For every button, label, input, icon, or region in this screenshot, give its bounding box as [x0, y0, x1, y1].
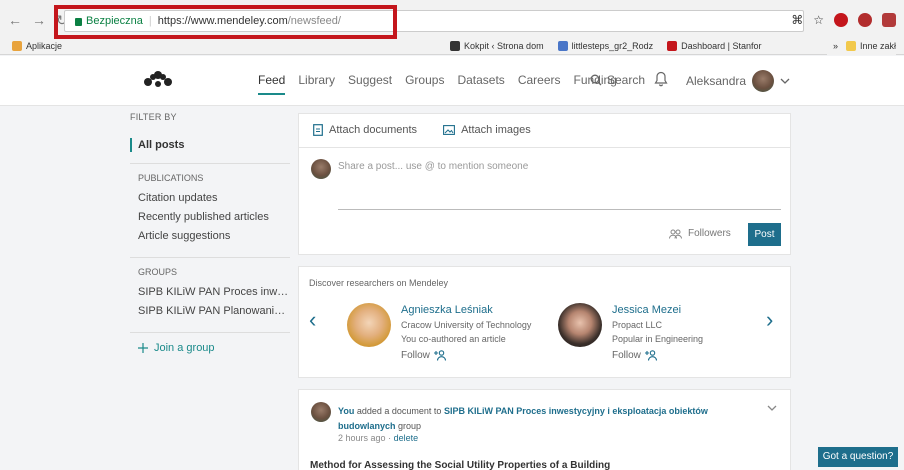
- bookmark[interactable]: Dashboard | Stanfor: [667, 40, 762, 51]
- add-user-icon: [644, 350, 657, 361]
- stanford-icon: [667, 40, 678, 51]
- user-menu[interactable]: Aleksandra: [686, 70, 790, 92]
- bookmarks-bar: Aplikacje Kokpit ‹ Strona dom littlestep…: [0, 36, 904, 55]
- back-icon[interactable]: ←: [8, 12, 22, 29]
- opera-icon[interactable]: [834, 13, 848, 27]
- people-icon: [669, 229, 682, 239]
- image-icon: [443, 125, 456, 135]
- nav-groups[interactable]: Groups: [405, 73, 444, 95]
- filter-group[interactable]: SIPB KILiW PAN Proces inwestycyjny...: [130, 283, 290, 302]
- main-nav: Feed Library Suggest Groups Datasets Car…: [258, 73, 617, 95]
- bookmark[interactable]: Aplikacje: [12, 40, 62, 51]
- extension-red-icon[interactable]: [858, 13, 872, 27]
- app-header: Feed Library Suggest Groups Datasets Car…: [0, 56, 904, 106]
- folder-icon: [845, 40, 856, 51]
- nav-feed[interactable]: Feed: [258, 73, 286, 95]
- filter-recently-published[interactable]: Recently published articles: [130, 208, 290, 227]
- bookmark[interactable]: littlesteps_gr2_Rodz: [557, 40, 653, 51]
- post-button[interactable]: Post: [748, 223, 781, 246]
- notifications-bell-icon[interactable]: [654, 71, 668, 90]
- attach-documents-button[interactable]: Attach documents: [313, 124, 417, 136]
- calendar-icon: [557, 40, 568, 51]
- apps-icon: [12, 40, 22, 51]
- nav-suggest[interactable]: Suggest: [348, 73, 392, 95]
- discover-researchers: Discover researchers on Mendeley ‹ Agnie…: [298, 266, 791, 378]
- avatar[interactable]: [558, 303, 602, 347]
- researcher-card: Jessica Mezei Propact LLC Popular in Eng…: [558, 303, 703, 361]
- extension-icons: ⌘ ☆: [791, 13, 896, 27]
- researcher-card: Agnieszka Leśniak Cracow University of T…: [347, 303, 531, 361]
- avatar[interactable]: [347, 303, 391, 347]
- avatar: [311, 159, 331, 179]
- star-icon[interactable]: ☆: [813, 13, 824, 27]
- avatar: [311, 402, 331, 422]
- mendeley-logo-icon[interactable]: [142, 70, 174, 91]
- add-user-icon: [433, 350, 446, 361]
- search-icon: [590, 74, 602, 86]
- carousel-next-icon[interactable]: ›: [766, 307, 773, 333]
- avatar: [752, 70, 775, 92]
- carousel-prev-icon[interactable]: ‹: [309, 307, 316, 333]
- filter-group[interactable]: SIPB KILiW PAN Planowanie, ry...: [130, 302, 290, 321]
- browser-chrome: ← → ↻ Bezpieczna | https://www.mendeley.…: [0, 0, 904, 55]
- audience-selector[interactable]: Followers: [669, 228, 731, 239]
- follow-button[interactable]: Follow: [612, 350, 703, 361]
- forward-icon[interactable]: →: [32, 12, 46, 29]
- nav-datasets[interactable]: Datasets: [457, 73, 504, 95]
- filter-article-suggestions[interactable]: Article suggestions: [130, 227, 290, 246]
- overflow-button[interactable]: »: [833, 41, 838, 51]
- document-icon: [313, 124, 323, 136]
- help-button[interactable]: Got a question?: [818, 447, 898, 467]
- plus-icon: [138, 343, 148, 353]
- bookmark[interactable]: Kokpit ‹ Strona dom: [450, 40, 544, 51]
- researcher-name[interactable]: Jessica Mezei: [612, 304, 703, 316]
- attach-images-button[interactable]: Attach images: [443, 124, 531, 136]
- follow-button[interactable]: Follow: [401, 350, 531, 361]
- filter-sidebar: FILTER BY All posts PUBLICATIONS Citatio…: [130, 112, 290, 354]
- search-button[interactable]: Search: [590, 73, 645, 87]
- other-bookmarks[interactable]: Inne zakł: [845, 40, 896, 51]
- nav-library[interactable]: Library: [298, 73, 335, 95]
- feed-item-meta: 2 hours ago · delete: [338, 433, 419, 443]
- groups-heading: GROUPS: [138, 267, 178, 277]
- extension-square-icon[interactable]: [882, 13, 896, 27]
- feed-item: You added a document to SIPB KILiW PAN P…: [298, 389, 791, 470]
- discover-title: Discover researchers on Mendeley: [309, 278, 449, 288]
- researcher-name[interactable]: Agnieszka Leśniak: [401, 304, 531, 316]
- filter-all-posts[interactable]: All posts: [130, 138, 290, 152]
- delete-link[interactable]: delete: [394, 433, 419, 443]
- filter-heading: FILTER BY: [130, 112, 177, 122]
- filter-citation-updates[interactable]: Citation updates: [130, 189, 290, 208]
- highlight-box: [54, 5, 397, 39]
- translate-icon[interactable]: ⌘: [791, 13, 803, 27]
- document-title[interactable]: Method for Assessing the Social Utility …: [310, 460, 610, 470]
- nav-careers[interactable]: Careers: [518, 73, 561, 95]
- feed-item-summary: You added a document to SIPB KILiW PAN P…: [338, 406, 708, 431]
- post-composer: Attach documents Attach images Share a p…: [298, 113, 791, 255]
- bookmarks-overflow: » Inne zakł: [826, 36, 896, 55]
- bars-icon: [450, 40, 461, 51]
- publications-heading: PUBLICATIONS: [138, 173, 204, 183]
- chevron-down-icon: [780, 78, 790, 84]
- share-post-input[interactable]: Share a post... use @ to mention someone: [338, 161, 528, 172]
- chevron-down-icon[interactable]: [767, 402, 777, 414]
- join-group-link[interactable]: Join a group: [130, 342, 290, 354]
